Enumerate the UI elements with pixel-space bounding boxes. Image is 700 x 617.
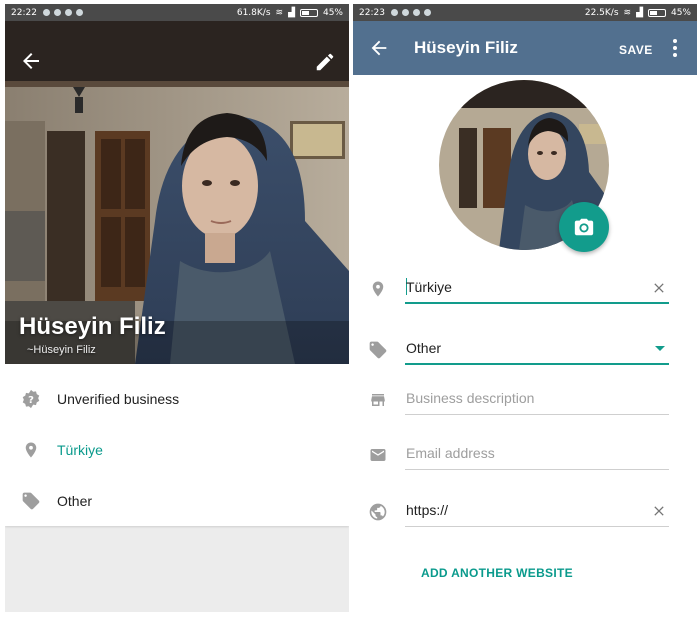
input-underline xyxy=(405,469,669,470)
profile-photo: Hüseyin Filiz ~Hüseyin Filiz xyxy=(5,21,349,364)
clear-website-icon[interactable] xyxy=(651,503,667,519)
email-envelope-icon xyxy=(370,449,386,461)
edit-pencil-icon[interactable] xyxy=(314,51,336,73)
info-row-category[interactable]: Other xyxy=(5,476,349,526)
info-row-location[interactable]: Türkiye xyxy=(5,425,349,475)
description-field-row: Business description xyxy=(353,381,697,421)
question-badge-icon: ? xyxy=(22,389,40,409)
notification-icon xyxy=(390,9,398,16)
toolbar-title: Hüseyin Filiz xyxy=(414,38,518,57)
wifi-icon: ≋ xyxy=(623,7,632,18)
notification-icon xyxy=(401,9,409,16)
globe-icon xyxy=(369,503,387,521)
description-input[interactable]: Business description xyxy=(405,383,669,415)
input-underline xyxy=(405,526,669,527)
save-button[interactable]: SAVE xyxy=(619,43,653,57)
change-photo-button[interactable] xyxy=(559,202,609,252)
notification-icons xyxy=(390,9,431,16)
back-arrow-icon[interactable] xyxy=(368,37,390,59)
back-arrow-icon[interactable] xyxy=(19,49,43,73)
status-time: 22:22 xyxy=(11,7,37,18)
camera-icon xyxy=(574,218,594,236)
edit-profile-screen: 22:23 22.5K/s ≋ ▟ 45% Hüseyin Filiz SAVE xyxy=(353,4,697,612)
battery-icon xyxy=(647,8,666,17)
email-field[interactable]: Email address xyxy=(405,438,669,470)
website-input[interactable]: https:// xyxy=(405,495,669,527)
wifi-icon: ≋ xyxy=(275,7,284,18)
notification-icon xyxy=(42,9,50,16)
storefront-icon xyxy=(371,394,385,406)
location-input[interactable]: Türkiye xyxy=(405,272,669,304)
info-row-verification[interactable]: ? Unverified business xyxy=(5,374,349,424)
email-placeholder: Email address xyxy=(406,445,495,461)
profile-view-screen: 22:22 61.8K/s ≋ ▟ 45% Hüseyin Filiz ~Hüs… xyxy=(5,4,349,612)
category-select[interactable]: Other xyxy=(405,333,669,365)
battery-level: 45% xyxy=(670,7,691,18)
notification-icon xyxy=(412,9,420,16)
location-field-row: Türkiye xyxy=(353,270,697,310)
notification-icon xyxy=(423,9,431,16)
status-bar: 22:23 22.5K/s ≋ ▟ 45% xyxy=(353,4,697,21)
business-info-card: ? Unverified business Türkiye Other xyxy=(5,364,349,526)
tag-icon xyxy=(22,492,40,510)
website-value: https:// xyxy=(406,502,449,518)
website-field-row: https:// xyxy=(353,493,697,533)
description-placeholder: Business description xyxy=(406,390,535,406)
input-underline xyxy=(405,414,669,415)
status-bar: 22:22 61.8K/s ≋ ▟ 45% xyxy=(5,4,349,21)
dropdown-arrow-icon[interactable] xyxy=(655,346,665,351)
notification-icon xyxy=(53,9,61,16)
battery-level: 45% xyxy=(322,7,343,18)
status-time: 22:23 xyxy=(359,7,385,18)
notification-icon xyxy=(75,9,83,16)
clear-location-icon[interactable] xyxy=(651,280,667,296)
category-field-row: Other xyxy=(353,331,697,371)
category-value: Other xyxy=(406,340,442,356)
signal-icon: ▟ xyxy=(288,7,295,18)
network-speed: 22.5K/s xyxy=(584,7,619,18)
signal-icon: ▟ xyxy=(636,7,643,18)
notification-icons xyxy=(42,9,83,16)
location-value: Türkiye xyxy=(406,279,452,295)
profile-pushname: ~Hüseyin Filiz xyxy=(27,344,96,356)
location-pin-icon xyxy=(372,281,384,297)
app-toolbar: Hüseyin Filiz SAVE xyxy=(353,21,697,75)
input-underline xyxy=(405,363,669,365)
category-text: Other xyxy=(57,493,93,509)
network-speed: 61.8K/s xyxy=(236,7,271,18)
more-options-icon[interactable] xyxy=(669,37,681,59)
input-underline xyxy=(405,302,669,304)
location-pin-icon xyxy=(25,442,37,458)
profile-name: Hüseyin Filiz xyxy=(19,313,166,340)
notification-icon xyxy=(64,9,72,16)
battery-icon xyxy=(299,8,318,17)
add-another-website-button[interactable]: ADD ANOTHER WEBSITE xyxy=(421,566,573,580)
tag-icon xyxy=(369,341,387,359)
location-text[interactable]: Türkiye xyxy=(57,442,103,458)
verification-status: Unverified business xyxy=(57,391,180,407)
svg-text:?: ? xyxy=(28,395,34,406)
email-field-row: Email address xyxy=(353,436,697,476)
